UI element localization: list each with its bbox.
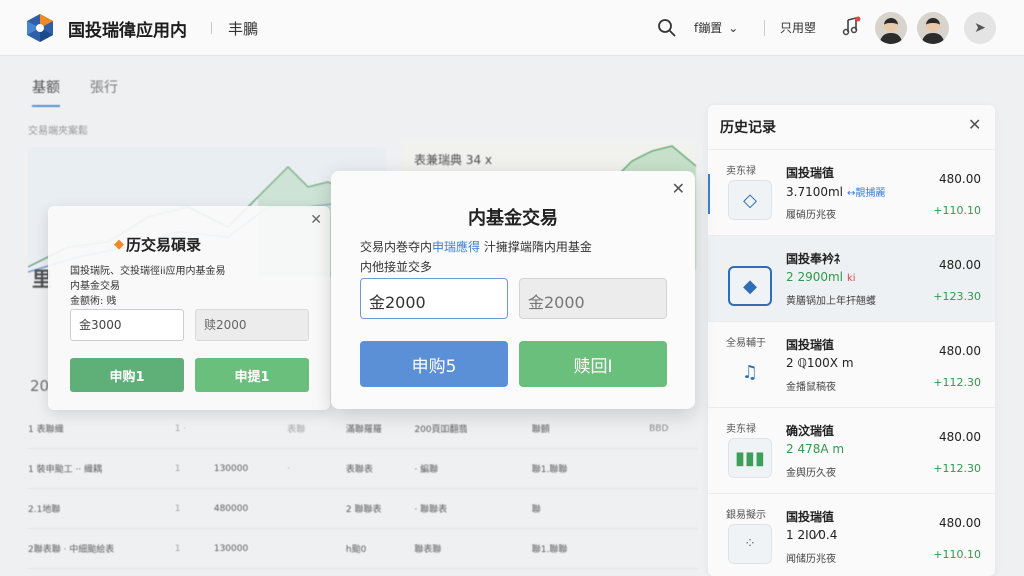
audio-wave-icon: ▮▮▮ <box>728 438 772 478</box>
history-panel: 历史记录 ✕ 卖东禄 ◇ 国投瑞徝 3.7100ml ↔靚捕麗 履硝历兆夜 480… <box>708 105 995 576</box>
redeem-amount-input[interactable]: 金2000 <box>519 278 667 319</box>
close-icon[interactable]: ✕ <box>672 179 685 198</box>
section-label: 交易端夾案鬆 <box>28 126 88 137</box>
book-icon: ◇ <box>728 180 772 220</box>
history-panel-title: 历史记录 <box>720 120 776 136</box>
app-title: 国投瑞徫应用内 <box>68 21 187 41</box>
table-row[interactable]: 1 裝申颱工 ·· 織耦 1 130000 · 表聯表 · 編聯 聯1.聯聯 <box>28 449 698 489</box>
search-icon[interactable] <box>657 18 677 38</box>
history-item[interactable]: 全易輔于 ♫ 国投瑞徝 2 ℚ100X m 金播鼠稿夜 480.00 +112.… <box>708 321 995 407</box>
avatar[interactable] <box>917 12 949 44</box>
diamond-icon: ◆ <box>728 266 772 306</box>
chevron-down-icon: ⌄ <box>728 20 739 35</box>
redeem-button[interactable]: 申提1 <box>195 358 309 392</box>
info-link[interactable]: 申瑞應得 <box>432 240 480 254</box>
background-table: 1 表聯織 1 · 表聯 滿聯羅羅 200頁吅翻翡 聯顫 BBD 1 裝申颱工 ·· 織耦 1… <box>28 409 698 569</box>
user-link[interactable]: 只用曌 <box>780 19 816 36</box>
toolbar-divider <box>764 20 765 36</box>
tab-bar: 基额 張行 <box>32 77 118 107</box>
buy-button[interactable]: 申购1 <box>70 358 184 392</box>
top-bar: 国投瑞徫应用内 丰鵩 f鏰置 ⌄ 只用曌 ➤ <box>0 0 1024 56</box>
table-row[interactable]: 1 表聯織 1 · 表聯 滿聯羅羅 200頁吅翻翡 聯顫 BBD <box>28 409 698 449</box>
modal-description: 交易内巻夺内申瑞應得 汁擁撑端隋内用基金 内他接並交多 <box>360 240 592 274</box>
modal-title: 内基金交易 <box>468 208 558 229</box>
close-icon[interactable]: ✕ <box>310 212 322 228</box>
dots-icon: ⁘ <box>728 524 772 564</box>
chart2-title: 表兼瑞典 34 ⅹ <box>414 153 493 167</box>
fund-trade-modal: ✕ 内基金交易 交易内巻夺内申瑞應得 汁擁撑端隋内用基金 内他接並交多 金200… <box>331 171 695 409</box>
history-item[interactable]: 卖东禄 ◇ 国投瑞徝 3.7100ml ↔靚捕麗 履硝历兆夜 480.00 +11… <box>708 149 995 235</box>
amount-input[interactable]: 金3000 <box>70 309 184 341</box>
title-divider <box>211 22 212 34</box>
app-logo-icon <box>27 14 53 42</box>
amount-input[interactable]: 金2000 <box>360 278 508 319</box>
table-row[interactable]: 2.1地聯 1 480000 2 聯聯表 · 聯聯表聯 <box>28 489 698 529</box>
settings-dropdown[interactable]: f鏰置 ⌄ <box>694 19 738 36</box>
music-notification-icon[interactable] <box>840 16 862 38</box>
music-note-icon: ♫ <box>741 361 759 383</box>
selected-accent <box>708 174 710 214</box>
tab-bank[interactable]: 張行 <box>90 77 118 107</box>
app-logo-icon: ◆ <box>114 237 124 252</box>
modal-title: 历交易碩录 <box>126 236 202 254</box>
year-label: 20 <box>30 377 50 395</box>
send-icon[interactable]: ➤ <box>964 12 996 44</box>
redeem-button[interactable]: 赎回I <box>519 341 667 387</box>
tab-amount[interactable]: 基额 <box>32 77 60 107</box>
history-item[interactable]: ◆ 国投奉衿ﾈ 2 2900ml ki 黄膳锅加上年扞翹蠖 480.00 +123… <box>708 235 995 321</box>
history-item[interactable]: 銀易擬示 ⁘ 国投瑞徝 1 2Ⅰ0⁄0.4 闻储历兆夜 480.00 +110.… <box>708 493 995 576</box>
settings-dropdown-label: f鏰置 <box>694 21 723 35</box>
close-icon[interactable]: ✕ <box>968 115 981 134</box>
table-row[interactable]: 2聯表聯 · 中細颱絵表 1 130000 h颱0 聯表聯 聯1.聯聯 <box>28 529 698 569</box>
buy-button[interactable]: 申购5 <box>360 341 508 387</box>
modal-description: 国投瑞阮、交投瑞徑ii应用内基金易 内基金交易 金额術: 贱 <box>70 266 226 307</box>
history-list: 卖东禄 ◇ 国投瑞徝 3.7100ml ↔靚捕麗 履硝历兆夜 480.00 +11… <box>708 149 995 576</box>
history-trade-modal: ✕ ◆ 历交易碩录 国投瑞阮、交投瑞徑ii应用内基金易 内基金交易 金额術: 贱… <box>48 206 330 410</box>
history-item[interactable]: 卖东禄 ▮▮▮ 确汶瑞徝 2 478A m 金舆历久夜 480.00 +112.… <box>708 407 995 493</box>
redeem-amount-input[interactable]: 赎2000 <box>195 309 309 341</box>
avatar[interactable] <box>875 12 907 44</box>
nav-link[interactable]: 丰鵩 <box>228 18 258 39</box>
